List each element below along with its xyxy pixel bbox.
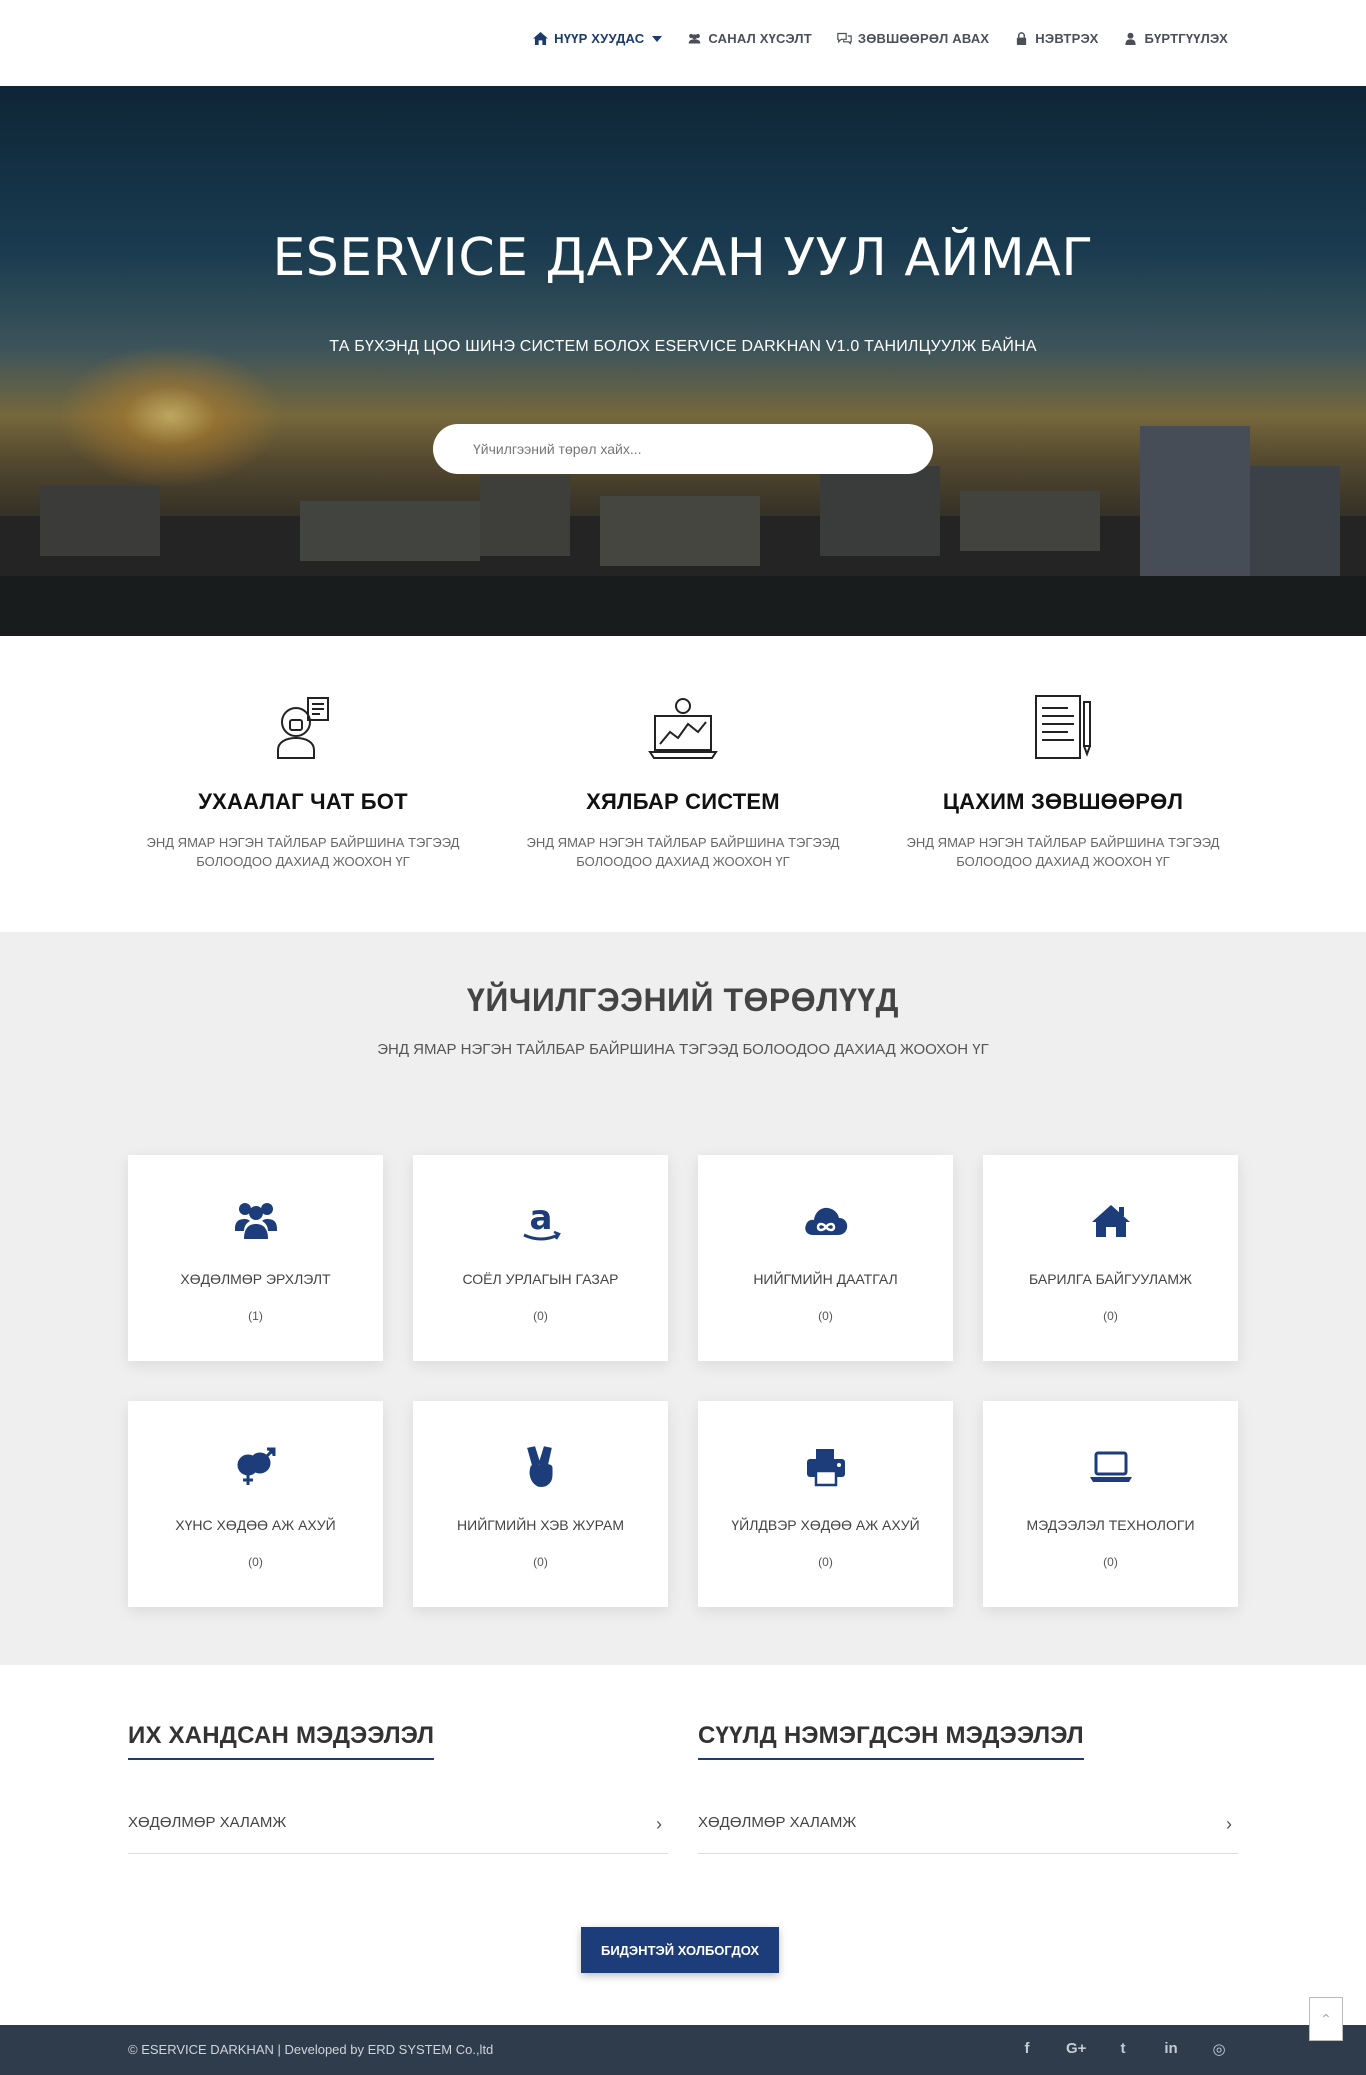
- service-card-count: (0): [818, 1309, 833, 1323]
- service-card-label: НИЙГМИЙН ХЭВ ЖУРАМ: [457, 1517, 624, 1533]
- service-card[interactable]: ХӨДӨЛМӨР ЭРХЛЭЛТ (1): [128, 1155, 383, 1361]
- user-icon: [1125, 32, 1137, 45]
- service-card[interactable]: НИЙГМИЙН ДААТГАЛ (0): [698, 1155, 953, 1361]
- footer-social-links: f G+ t in ◎: [988, 2040, 1228, 2058]
- list-item[interactable]: ХӨДӨЛМӨР ХАЛАМЖ ›: [128, 1814, 668, 1854]
- service-card-count: (0): [248, 1555, 263, 1569]
- feature-desc-line: ЭНД ЯМАР НЭГЭН ТАЙЛБАР БАЙРШИНА ТЭГЭЭД: [526, 835, 840, 850]
- feature-desc-line: ЭНД ЯМАР НЭГЭН ТАЙЛБАР БАЙРШИНА ТЭГЭЭД: [146, 835, 460, 850]
- navbar: НҮҮР ХУУДАС САНАЛ ХҮСЭЛТ ЗӨВШӨӨРӨЛ АВАХ …: [0, 0, 1366, 86]
- hero-banner: ESERVICE ДАРХАН УУЛ АЙМАГ ТА БҮХЭНД ЦОО …: [0, 86, 1366, 636]
- service-card-label: СОЁЛ УРЛАГЫН ГАЗАР: [462, 1271, 619, 1287]
- feature-desc-line: БОЛООДОО ДАХИАД ЖООХОН ҮГ: [196, 854, 410, 869]
- caret-down-icon: [652, 35, 663, 42]
- service-card[interactable]: БАРИЛГА БАЙГУУЛАМЖ (0): [983, 1155, 1238, 1361]
- service-card[interactable]: ХҮНС ХӨДӨӨ АЖ АХУЙ (0): [128, 1401, 383, 1607]
- service-card-label: ХҮНС ХӨДӨӨ АЖ АХУЙ: [175, 1517, 336, 1533]
- list-item-label: ХӨДӨЛМӨР ХАЛАМЖ: [128, 1814, 287, 1831]
- feature-title: ЦАХИМ ЗӨВШӨӨРӨЛ: [942, 789, 1184, 814]
- service-card[interactable]: a СОЁЛ УРЛАГЫН ГАЗАР (0): [413, 1155, 668, 1361]
- footer: © ESERVICE DARKHAN | Developed by ERD SY…: [0, 2025, 1366, 2075]
- service-card-label: НИЙГМИЙН ДААТГАЛ: [753, 1271, 898, 1287]
- service-card[interactable]: ҮЙЛДВЭР ХӨДӨӨ АЖ АХУЙ (0): [698, 1401, 953, 1607]
- nav-item-label: САНАЛ ХҮСЭЛТ: [708, 31, 812, 46]
- hero-title: ESERVICE ДАРХАН УУЛ АЙМАГ: [272, 228, 1094, 288]
- feature-chat-bot: УХААЛАГ ЧАТ БОТ ЭНД ЯМАР НЭГЭН ТАЙЛБАР Б…: [143, 692, 463, 871]
- users-icon: [689, 33, 701, 44]
- nav-menu: НҮҮР ХУУДАС САНАЛ ХҮСЭЛТ ЗӨВШӨӨРӨЛ АВАХ …: [508, 31, 1228, 46]
- chevron-right-icon: ›: [656, 1814, 662, 1834]
- feature-description: ЭНД ЯМАР НЭГЭН ТАЙЛБАР БАЙРШИНА ТЭГЭЭД Б…: [903, 833, 1223, 871]
- feature-easy-system: ХЯЛБАР СИСТЕМ ЭНД ЯМАР НЭГЭН ТАЙЛБАР БАЙ…: [523, 692, 843, 871]
- google-plus-icon[interactable]: G+: [1066, 2040, 1086, 2058]
- hero-overlay: [0, 86, 1366, 636]
- twitter-icon[interactable]: t: [1114, 2040, 1132, 2058]
- laptop-chart-icon: [648, 698, 718, 759]
- nav-item-label: БҮРТГҮҮЛЭХ: [1144, 31, 1228, 46]
- nav-item-permission[interactable]: ЗӨВШӨӨРӨЛ АВАХ: [837, 31, 989, 46]
- nav-item-label: НҮҮР ХУУДАС: [554, 31, 645, 46]
- amazon-icon: a: [518, 1197, 564, 1243]
- contact-us-button[interactable]: БИДЭНТЭЙ ХОЛБОГДОХ: [581, 1927, 779, 1973]
- service-card-count: (0): [1103, 1555, 1118, 1569]
- users-icon: [233, 1197, 279, 1243]
- services-title: ҮЙЧИЛГЭЭНИЙ ТӨРӨЛҮҮД: [467, 982, 899, 1018]
- features-section: УХААЛАГ ЧАТ БОТ ЭНД ЯМАР НЭГЭН ТАЙЛБАР Б…: [0, 636, 1366, 932]
- instagram-icon[interactable]: ◎: [1210, 2040, 1228, 2058]
- cloud-infinity-icon: [803, 1197, 849, 1243]
- feature-desc-line: ЭНД ЯМАР НЭГЭН ТАЙЛБАР БАЙРШИНА ТЭГЭЭД: [906, 835, 1220, 850]
- nav-item-feedback[interactable]: САНАЛ ХҮСЭЛТ: [687, 31, 812, 46]
- service-card-label: БАРИЛГА БАЙГУУЛАМЖ: [1029, 1271, 1192, 1287]
- gender-icon: [233, 1443, 279, 1489]
- feature-e-permission: ЦАХИМ ЗӨВШӨӨРӨЛ ЭНД ЯМАР НЭГЭН ТАЙЛБАР Б…: [903, 692, 1223, 871]
- recent-info-title: СҮҮЛД НЭМЭГДСЭН МЭДЭЭЛЭЛ: [698, 1722, 1084, 1760]
- service-card-count: (0): [533, 1555, 548, 1569]
- service-card-label: ҮЙЛДВЭР ХӨДӨӨ АЖ АХУЙ: [731, 1517, 920, 1533]
- linkedin-icon[interactable]: in: [1162, 2040, 1180, 2058]
- list-item[interactable]: ХӨДӨЛМӨР ХАЛАМЖ ›: [698, 1814, 1238, 1854]
- nav-item-home[interactable]: НҮҮР ХУУДАС: [533, 31, 663, 46]
- service-card-count: (0): [818, 1555, 833, 1569]
- nav-item-label: ЗӨВШӨӨРӨЛ АВАХ: [857, 31, 990, 46]
- nav-item-label: НЭВТРЭХ: [1035, 31, 1099, 46]
- service-search-input[interactable]: [433, 424, 933, 474]
- service-card-count: (0): [533, 1309, 548, 1323]
- feature-description: ЭНД ЯМАР НЭГЭН ТАЙЛБАР БАЙРШИНА ТЭГЭЭД Б…: [143, 833, 463, 871]
- popular-info-title: ИХ ХАНДСАН МЭДЭЭЛЭЛ: [128, 1722, 435, 1760]
- services-subtitle: ЭНД ЯМАР НЭГЭН ТАЙЛБАР БАЙРШИНА ТЭГЭЭД Б…: [377, 1041, 989, 1058]
- scroll-to-top-button[interactable]: ⌃: [1309, 1997, 1343, 2041]
- service-card[interactable]: МЭДЭЭЛЭЛ ТЕХНОЛОГИ (0): [983, 1401, 1238, 1607]
- feature-title: УХААЛАГ ЧАТ БОТ: [198, 789, 408, 814]
- service-card-count: (0): [1103, 1309, 1118, 1323]
- feature-description: ЭНД ЯМАР НЭГЭН ТАЙЛБАР БАЙРШИНА ТЭГЭЭД Б…: [523, 833, 843, 871]
- service-card-label: МЭДЭЭЛЭЛ ТЕХНОЛОГИ: [1026, 1517, 1195, 1533]
- service-card-count: (1): [248, 1309, 263, 1323]
- service-card-label: ХӨДӨЛМӨР ЭРХЛЭЛТ: [180, 1271, 331, 1287]
- nav-item-login[interactable]: НЭВТРЭХ: [1014, 31, 1098, 46]
- lock-icon: [1017, 32, 1027, 45]
- peace-hand-icon: [518, 1443, 564, 1489]
- chevron-up-icon: ⌃: [1320, 2011, 1332, 2027]
- home-icon: [533, 32, 549, 45]
- recent-info-column: СҮҮЛД НЭМЭГДСЭН МЭДЭЭЛЭЛ ХӨДӨЛМӨР ХАЛАМЖ…: [698, 1722, 1238, 1854]
- feature-desc-line: БОЛООДОО ДАХИАД ЖООХОН ҮГ: [576, 854, 790, 869]
- printer-icon: [803, 1443, 849, 1489]
- popular-info-column: ИХ ХАНДСАН МЭДЭЭЛЭЛ ХӨДӨЛМӨР ХАЛАМЖ ›: [128, 1722, 668, 1854]
- feature-desc-line: БОЛООДОО ДАХИАД ЖООХОН ҮГ: [956, 854, 1170, 869]
- svg-text:a: a: [530, 1198, 553, 1238]
- feature-title: ХЯЛБАР СИСТЕМ: [586, 789, 780, 814]
- list-item-label: ХӨДӨЛМӨР ХАЛАМЖ: [698, 1814, 857, 1831]
- comments-icon: [837, 32, 852, 45]
- home-icon: [1088, 1197, 1134, 1243]
- services-section: ҮЙЧИЛГЭЭНИЙ ТӨРӨЛҮҮД ЭНД ЯМАР НЭГЭН ТАЙЛ…: [0, 932, 1366, 1665]
- hero-subtitle: ТА БҮХЭНД ЦОО ШИНЭ СИСТЕМ БОЛОХ ESERVICE…: [329, 338, 1037, 355]
- laptop-icon: [1088, 1443, 1134, 1489]
- footer-copyright: © ESERVICE DARKHAN | Developed by ERD SY…: [128, 2042, 494, 2057]
- service-card[interactable]: НИЙГМИЙН ХЭВ ЖУРАМ (0): [413, 1401, 668, 1607]
- document-pen-icon: [1035, 695, 1091, 759]
- chevron-right-icon: ›: [1226, 1814, 1232, 1834]
- chat-bot-icon: [277, 697, 329, 759]
- nav-item-register[interactable]: БҮРТГҮҮЛЭХ: [1123, 31, 1228, 46]
- facebook-icon[interactable]: f: [1018, 2040, 1036, 2058]
